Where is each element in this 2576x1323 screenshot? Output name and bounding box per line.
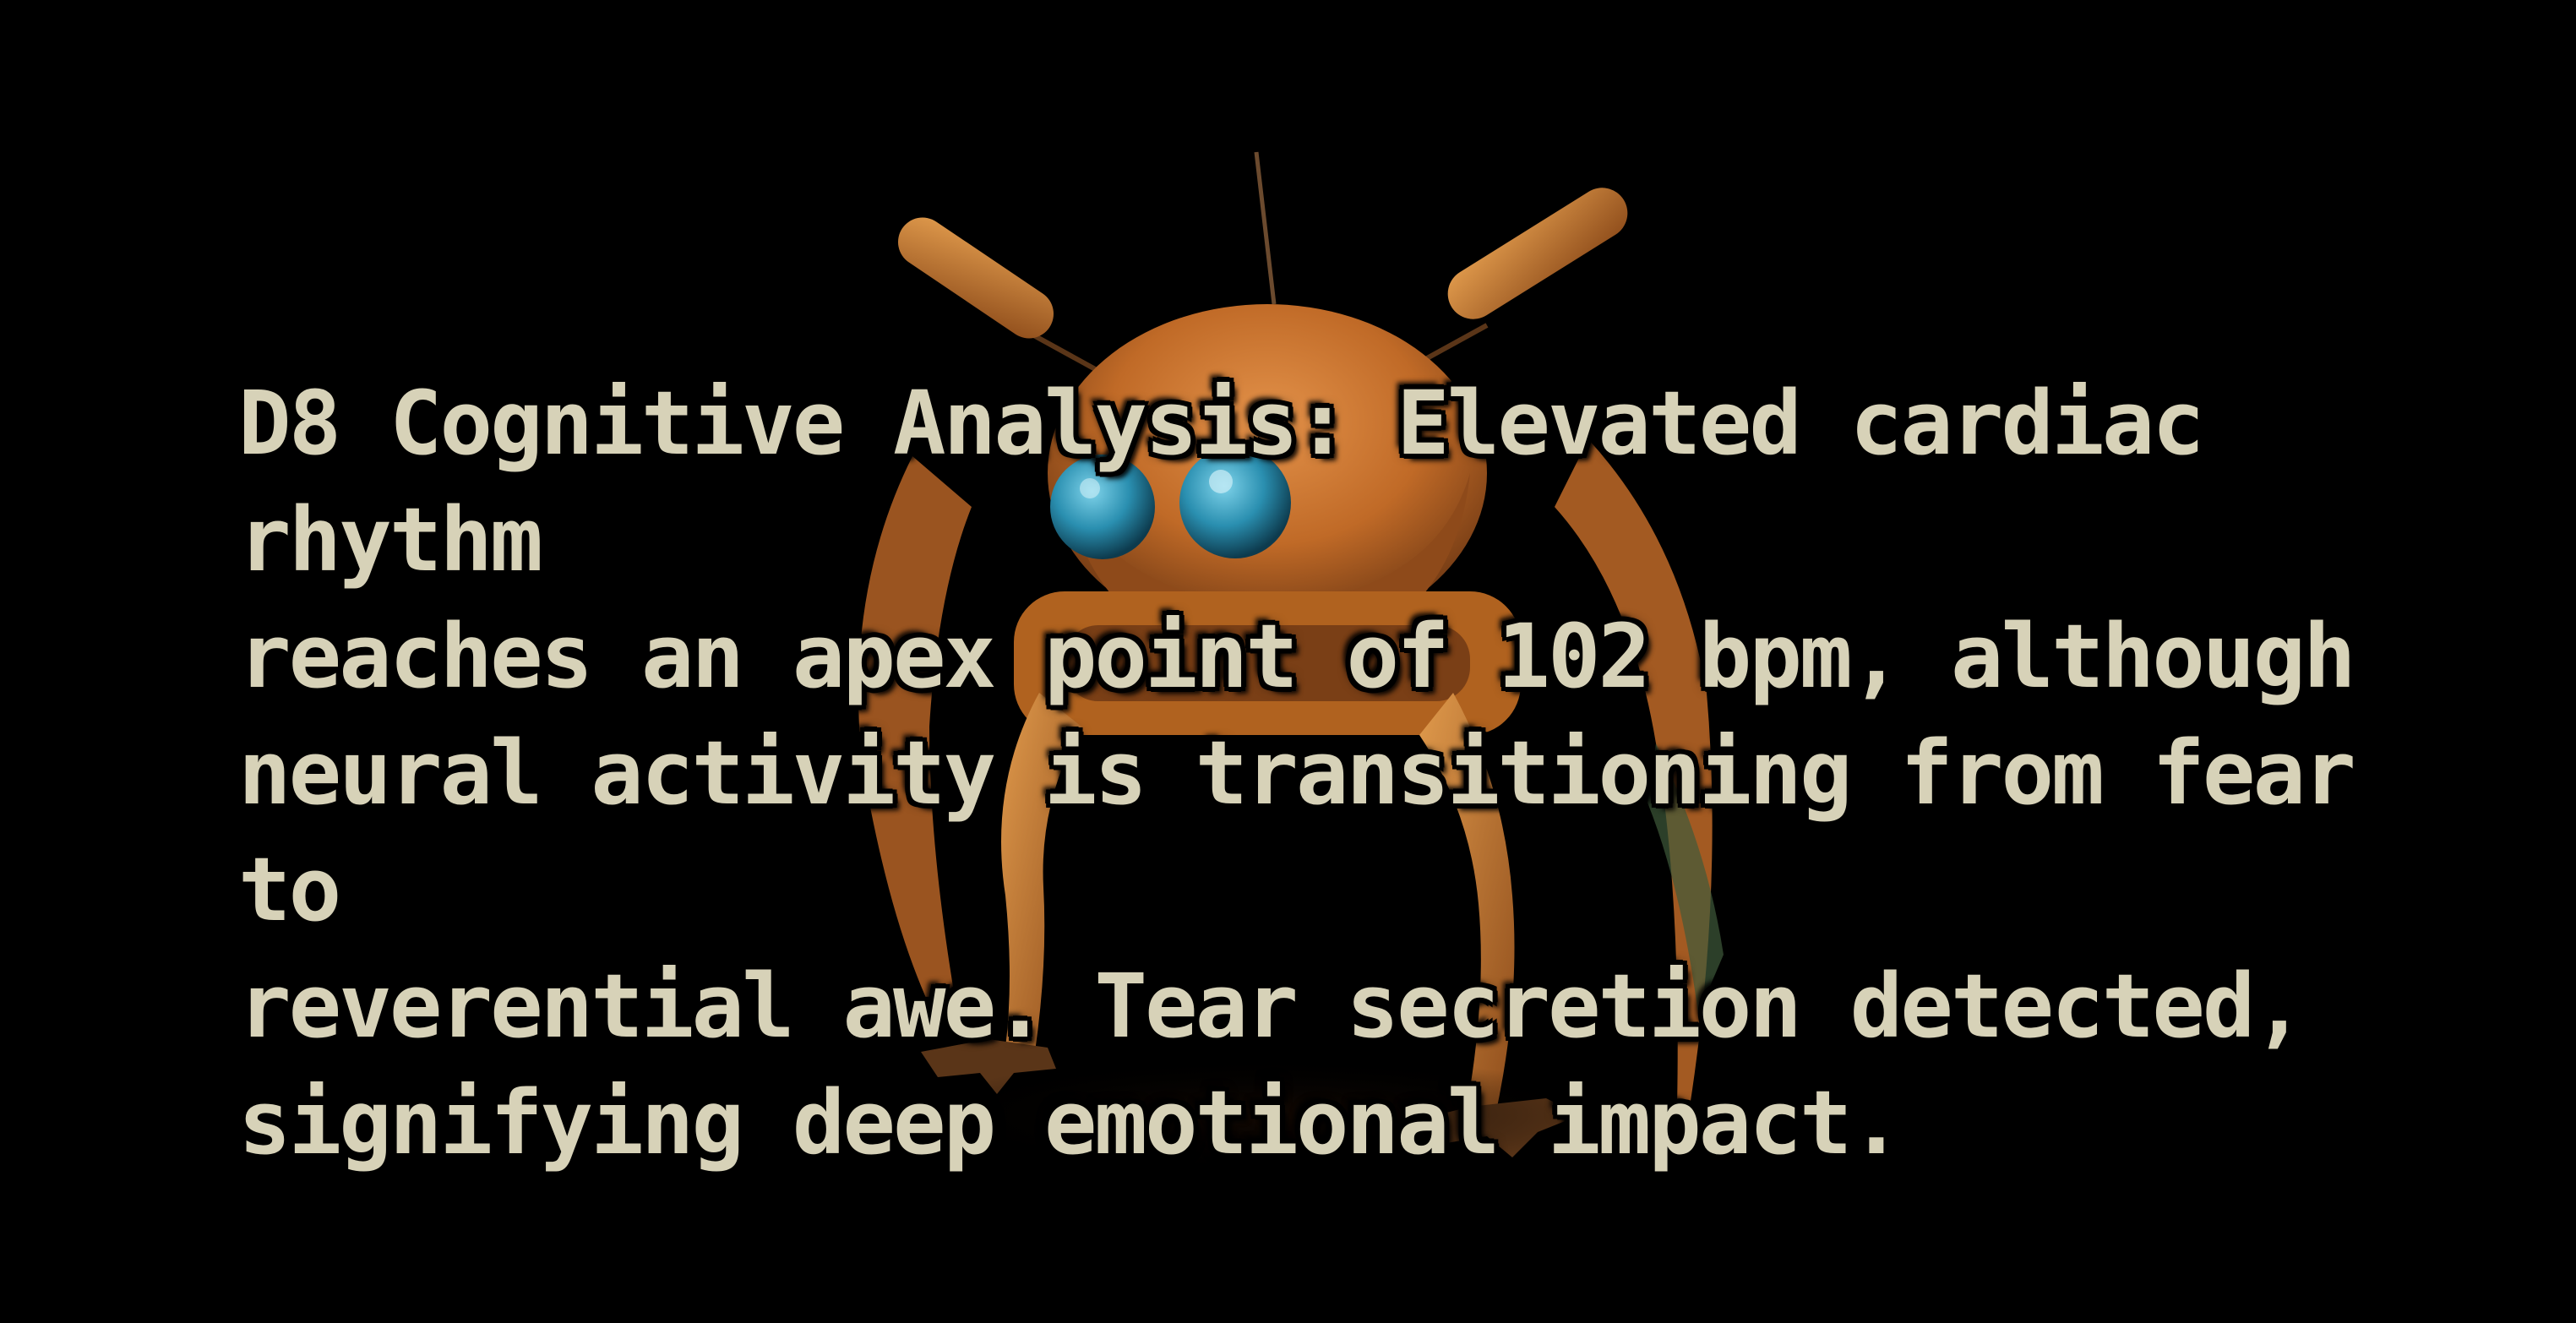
antenna xyxy=(1254,151,1277,305)
dialogue-caption: D8 Cognitive Analysis: Elevated cardiac … xyxy=(238,372,2356,1174)
right-horn xyxy=(1401,188,1628,374)
game-scene: D8 Cognitive Analysis: Elevated cardiac … xyxy=(0,0,2576,1323)
left-horn xyxy=(897,217,1117,383)
